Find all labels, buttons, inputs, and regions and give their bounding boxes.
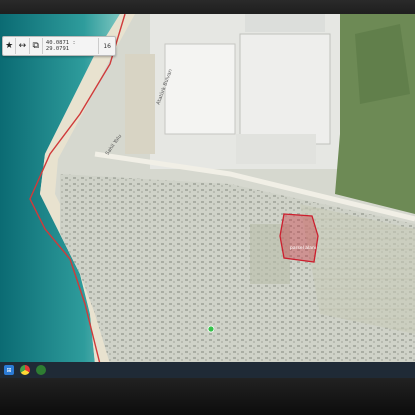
map-toolbar: ★ ↔ ⧉ 40.0871 : 29.0791 16	[2, 36, 116, 56]
monitor-bezel-bottom	[0, 378, 415, 415]
layers-icon[interactable]: ⧉	[30, 38, 43, 54]
app-icon[interactable]	[36, 365, 46, 375]
windows-start-icon[interactable]: ⊞	[4, 365, 14, 375]
location-marker	[207, 325, 215, 333]
chrome-icon[interactable]	[20, 365, 30, 375]
zoom-level: 16	[103, 42, 111, 50]
parcel-label: parsel alanı	[290, 246, 317, 251]
selected-parcel	[279, 213, 319, 263]
ruler-icon[interactable]: ↔	[16, 38, 30, 54]
coordinate-readout: 40.0871 : 29.0791	[43, 38, 100, 54]
star-icon[interactable]: ★	[3, 38, 17, 54]
satellite-map[interactable]	[0, 14, 415, 364]
taskbar: ⊞	[0, 362, 415, 378]
map-viewport[interactable]: ★ ↔ ⧉ 40.0871 : 29.0791 16 Atatürk Bulva…	[0, 14, 415, 364]
